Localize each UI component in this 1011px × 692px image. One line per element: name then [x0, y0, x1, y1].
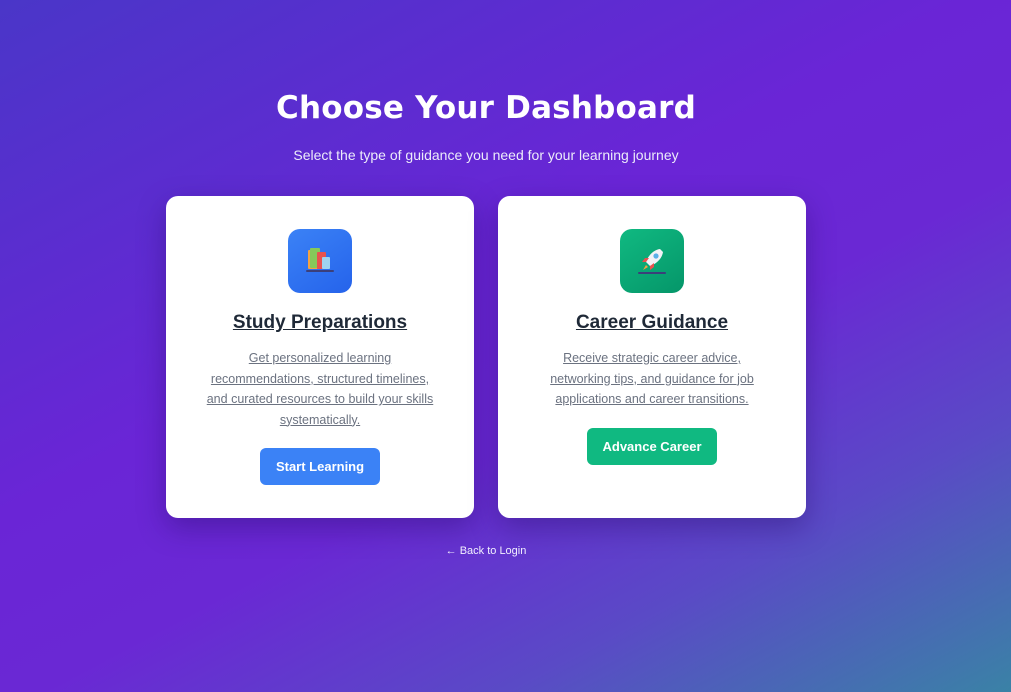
study-icon-tile: [288, 229, 352, 293]
dashboard-selection-page: Choose Your Dashboard Select the type of…: [0, 0, 1011, 692]
career-icon-tile: [620, 229, 684, 293]
study-card-description: Get personalized learning recommendation…: [206, 351, 434, 427]
rocket-icon: [638, 249, 666, 274]
page-title: Choose Your Dashboard: [276, 90, 696, 126]
study-preparations-card[interactable]: Study Preparations Get personalized lear…: [166, 196, 474, 518]
career-card-title: Career Guidance: [575, 312, 729, 333]
advance-career-button[interactable]: Advance Career: [587, 428, 717, 465]
career-card-description: Receive strategic career advice, network…: [550, 351, 754, 406]
career-guidance-card[interactable]: Career Guidance Receive strategic career…: [498, 196, 806, 518]
start-learning-button[interactable]: Start Learning: [260, 448, 380, 485]
page-subtitle: Select the type of guidance you need for…: [293, 147, 679, 163]
back-to-login-link[interactable]: ← Back to Login: [0, 545, 972, 557]
study-card-title: Study Preparations: [232, 312, 408, 333]
books-icon: [306, 248, 334, 272]
